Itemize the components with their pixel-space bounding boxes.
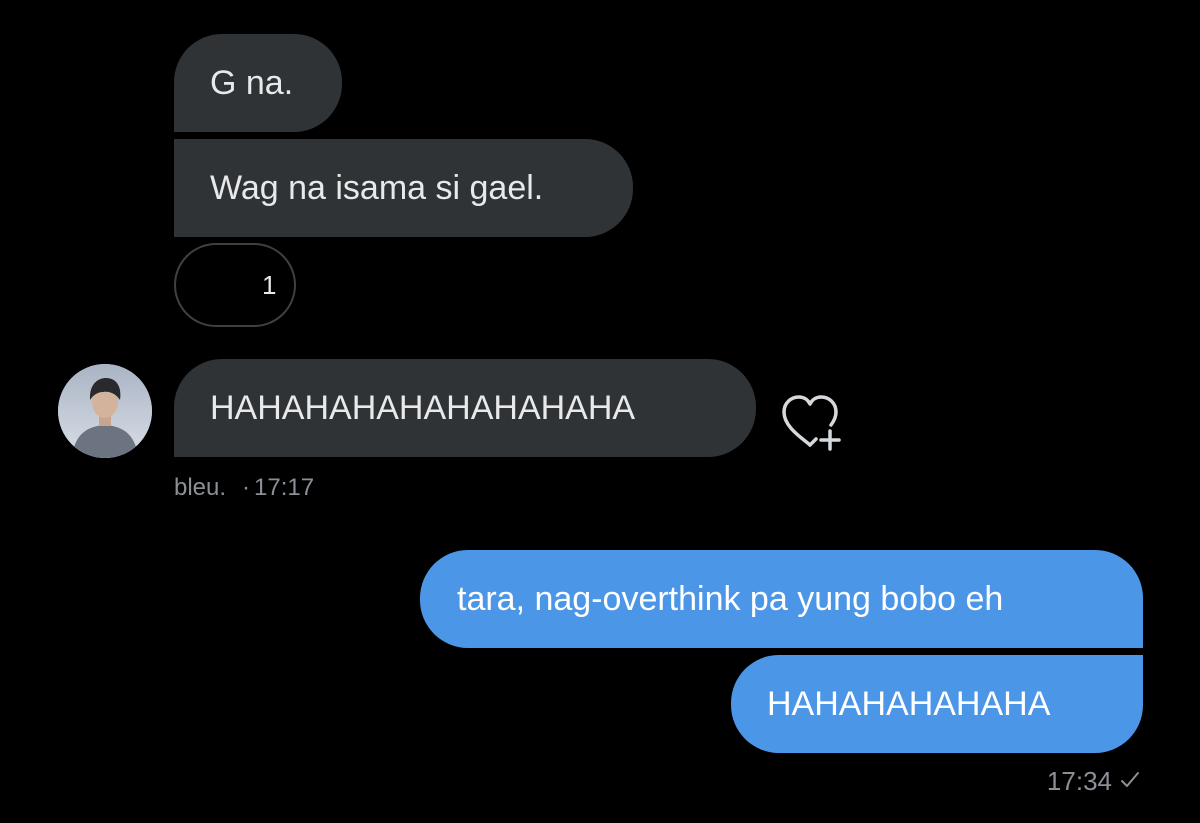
check-icon [1120, 768, 1140, 796]
meta-separator: · [242, 474, 251, 501]
message-text: HAHAHAHAHAHA [767, 685, 1051, 723]
reaction-pill[interactable]: 😂 1 [174, 243, 296, 327]
outgoing-message[interactable]: HAHAHAHAHAHA [731, 655, 1143, 753]
avatar-image [58, 364, 152, 458]
incoming-message[interactable]: Wag na isama si gael. [174, 139, 633, 237]
laughing-emoji-icon: 😂 [191, 257, 251, 313]
outgoing-message-meta: 17:34 [1047, 766, 1140, 797]
avatar[interactable] [58, 364, 152, 458]
heart-plus-icon[interactable] [780, 393, 850, 453]
incoming-message[interactable]: HAHAHAHAHAHAHAHAHA [174, 359, 756, 457]
dm-conversation: G na. Wag na isama si gael. 😂 1 HAHAHAHA… [0, 0, 1200, 823]
reaction-count: 1 [262, 269, 277, 300]
message-time: 17:34 [1046, 766, 1112, 796]
message-text: tara, nag-overthink pa yung bobo eh [457, 580, 1004, 618]
outgoing-message[interactable]: tara, nag-overthink pa yung bobo eh [420, 550, 1143, 648]
message-time: 17:17 [254, 474, 315, 501]
message-text: HAHAHAHAHAHAHAHAHA [210, 389, 636, 427]
incoming-message-meta: bleu. · 17:17 [174, 474, 314, 502]
incoming-message[interactable]: G na. [174, 34, 342, 132]
sender-name: bleu. [174, 474, 227, 501]
message-text: Wag na isama si gael. [210, 169, 544, 207]
message-text: G na. [210, 64, 294, 102]
